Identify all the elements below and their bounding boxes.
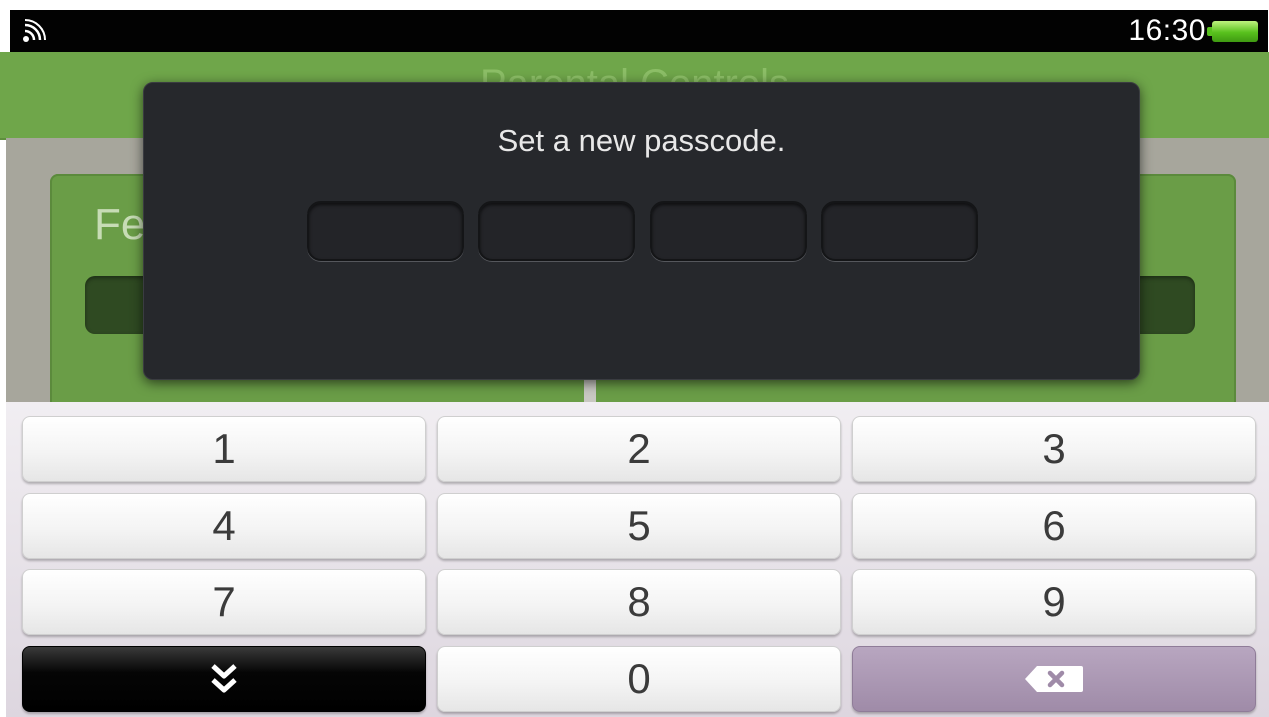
key-4[interactable]: 4 bbox=[22, 493, 426, 559]
key-2[interactable]: 2 bbox=[437, 416, 841, 482]
double-chevron-down-icon bbox=[211, 664, 237, 693]
screen: 16:30 Parental Controls Fe Set a new pas… bbox=[0, 0, 1269, 717]
panel-title: Fe bbox=[94, 200, 146, 249]
numeric-keypad: 1 2 3 4 5 6 7 8 9 0 bbox=[6, 402, 1269, 717]
passcode-digit-3[interactable] bbox=[650, 201, 807, 261]
key-7[interactable]: 7 bbox=[22, 569, 426, 635]
key-8[interactable]: 8 bbox=[437, 569, 841, 635]
backspace-button[interactable] bbox=[852, 646, 1256, 712]
passcode-digit-2[interactable] bbox=[478, 201, 635, 261]
key-3[interactable]: 3 bbox=[852, 416, 1256, 482]
passcode-dialog: Set a new passcode. bbox=[143, 82, 1140, 380]
dialog-message: Set a new passcode. bbox=[497, 123, 786, 158]
passcode-digit-4[interactable] bbox=[821, 201, 978, 261]
status-bar: 16:30 bbox=[10, 10, 1268, 52]
key-9[interactable]: 9 bbox=[852, 569, 1256, 635]
passcode-digit-1[interactable] bbox=[307, 201, 464, 261]
key-1[interactable]: 1 bbox=[22, 416, 426, 482]
backspace-icon bbox=[1025, 665, 1083, 692]
battery-full-icon bbox=[1207, 21, 1258, 42]
wifi-signal-icon bbox=[23, 19, 46, 42]
close-keypad-button[interactable] bbox=[22, 646, 426, 712]
key-0[interactable]: 0 bbox=[437, 646, 841, 712]
key-5[interactable]: 5 bbox=[437, 493, 841, 559]
key-6[interactable]: 6 bbox=[852, 493, 1256, 559]
clock: 16:30 bbox=[1128, 14, 1206, 47]
